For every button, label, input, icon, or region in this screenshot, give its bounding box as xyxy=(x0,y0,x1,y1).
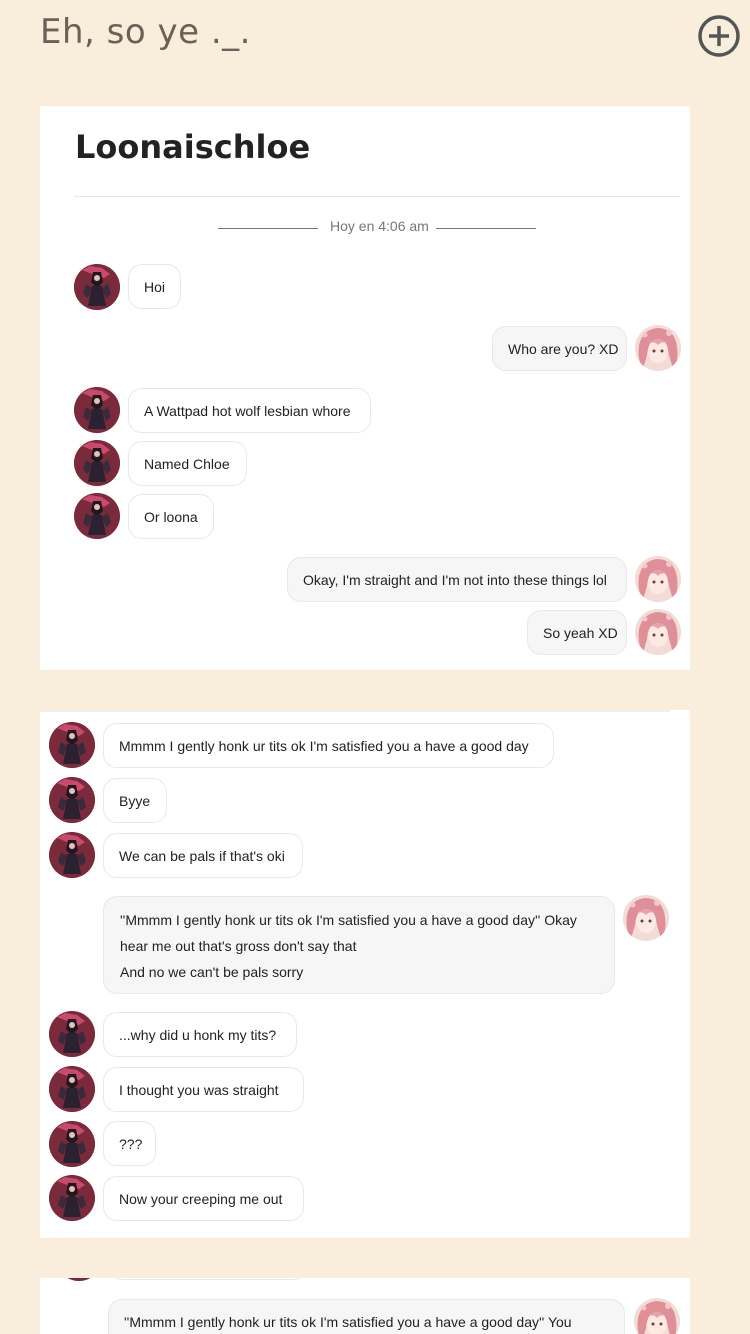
message-bubble: Who are you? XD xyxy=(492,326,627,371)
message-bubble: Okay, I'm straight and I'm not into thes… xyxy=(287,557,627,602)
message-line: hear me out that's gross don't say that xyxy=(120,938,357,954)
avatar[interactable] xyxy=(635,556,681,602)
message-bubble: ...why did u honk my tits? xyxy=(103,1012,297,1057)
message-bubble: A Wattpad hot wolf lesbian whore xyxy=(128,388,371,433)
avatar[interactable] xyxy=(74,440,120,486)
message-bubble: Named Chloe xyxy=(128,441,247,486)
message-bubble: Hoi xyxy=(128,264,181,309)
avatar[interactable] xyxy=(49,777,95,823)
avatar[interactable] xyxy=(635,325,681,371)
chat-card: Mmmm I gently honk ur tits ok I'm satisf… xyxy=(40,710,690,1238)
avatar[interactable] xyxy=(74,493,120,539)
message-bubble: Mmmm I gently honk ur tits ok I'm satisf… xyxy=(103,723,554,768)
message-bubble: I thought you was straight xyxy=(103,1067,304,1112)
timestamp-divider xyxy=(218,228,318,229)
add-button[interactable] xyxy=(697,14,741,58)
message-line: And no we can't be pals sorry xyxy=(120,964,304,980)
timestamp-divider xyxy=(436,228,536,229)
message-bubble: ''Mmmm I gently honk ur tits ok I'm sati… xyxy=(108,1299,625,1334)
avatar[interactable] xyxy=(49,832,95,878)
header: Eh, so ye ._. xyxy=(0,0,750,80)
message-bubble: Byye xyxy=(103,778,167,823)
avatar[interactable] xyxy=(49,1066,95,1112)
message-bubble: Now your creeping me out xyxy=(103,1176,304,1221)
timestamp: Hoy en 4:06 am xyxy=(330,218,429,234)
message-bubble: So yeah XD xyxy=(527,610,627,655)
avatar[interactable] xyxy=(49,722,95,768)
title-divider xyxy=(74,196,680,197)
message-line: ''Mmmm I gently honk ur tits ok I'm sati… xyxy=(120,912,577,928)
divider xyxy=(40,710,670,712)
avatar[interactable] xyxy=(49,1175,95,1221)
avatar[interactable] xyxy=(56,1278,102,1281)
avatar[interactable] xyxy=(623,895,669,941)
page-title: Eh, so ye ._. xyxy=(40,12,251,52)
plus-circle-icon xyxy=(698,15,740,57)
message-bubble xyxy=(108,1278,308,1280)
avatar[interactable] xyxy=(74,264,120,310)
avatar[interactable] xyxy=(49,1011,95,1057)
avatar[interactable] xyxy=(635,609,681,655)
chat-card: Loonaischloe Hoy en 4:06 am Hoi Who are … xyxy=(40,106,690,670)
avatar[interactable] xyxy=(49,1121,95,1167)
message-bubble: ??? xyxy=(103,1121,156,1166)
message-bubble: ''Mmmm I gently honk ur tits ok I'm sati… xyxy=(103,896,615,994)
chat-title: Loonaischloe xyxy=(75,128,311,166)
chat-card: ''Mmmm I gently honk ur tits ok I'm sati… xyxy=(40,1278,690,1334)
avatar[interactable] xyxy=(74,387,120,433)
avatar[interactable] xyxy=(634,1298,680,1334)
message-bubble: Or loona xyxy=(128,494,214,539)
message-bubble: We can be pals if that's oki xyxy=(103,833,303,878)
